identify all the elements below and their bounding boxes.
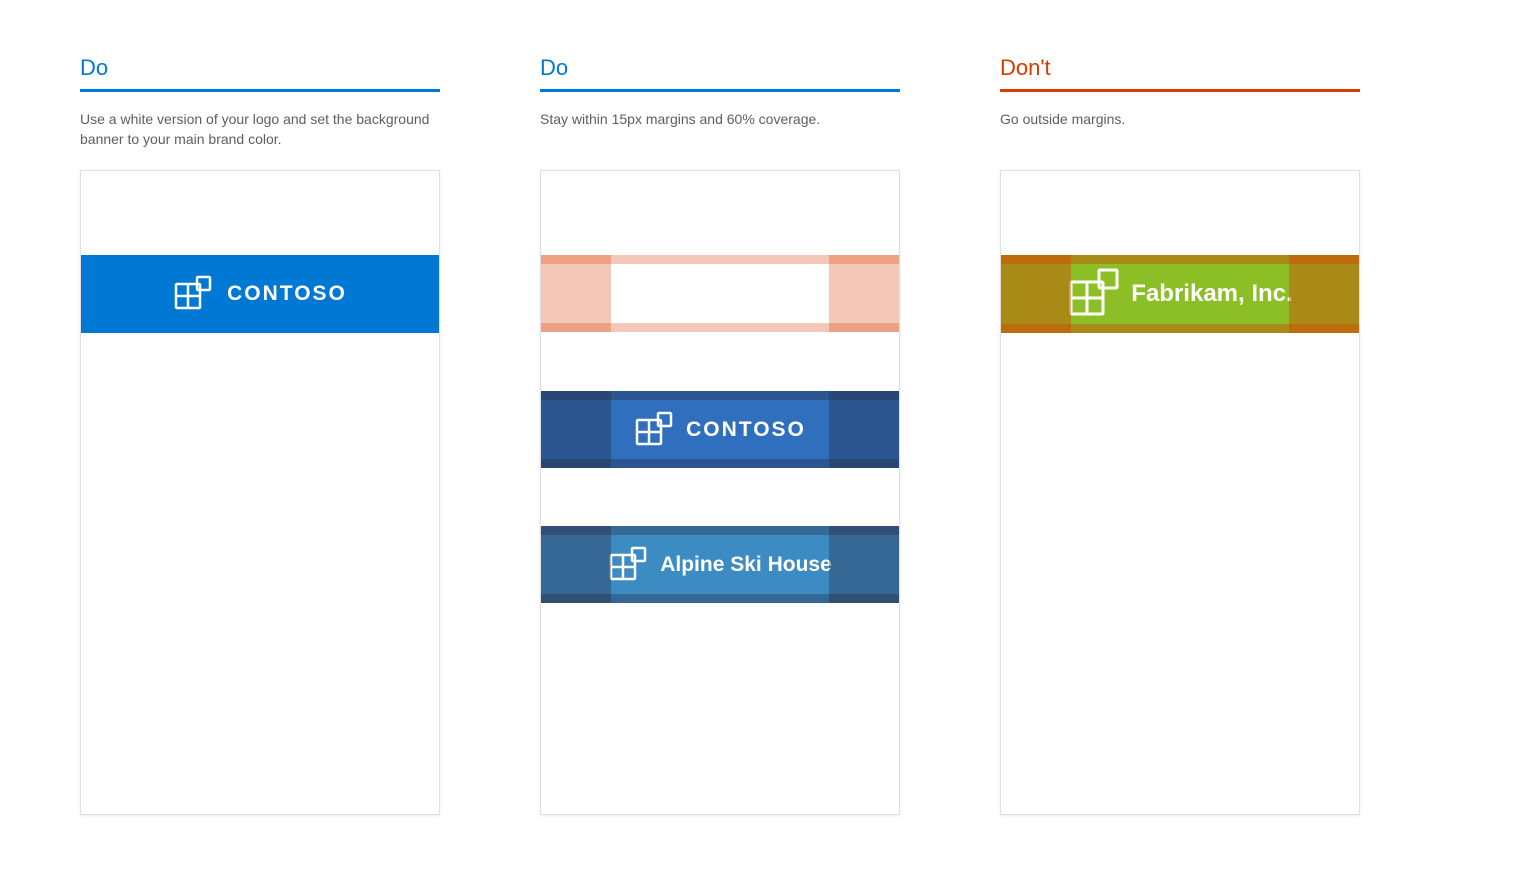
brand-name: Alpine Ski House xyxy=(660,553,832,577)
example-card: Fabrikam, Inc. xyxy=(1000,170,1360,815)
example-card: CONTOSO xyxy=(80,170,440,815)
description: Stay within 15px margins and 60% coverag… xyxy=(540,110,900,150)
brand-name: Fabrikam, Inc. xyxy=(1131,280,1292,308)
heading-do: Do xyxy=(540,55,900,92)
column-do-1: Do Use a white version of your logo and … xyxy=(80,55,440,815)
logo-icon xyxy=(1067,266,1123,322)
example-card: CONTOSO xyxy=(540,170,900,815)
logo-icon xyxy=(173,274,213,314)
description: Go outside margins. xyxy=(1000,110,1360,150)
brand-banner-empty xyxy=(541,255,899,332)
brand-name: CONTOSO xyxy=(227,282,347,306)
heading-do: Do xyxy=(80,55,440,92)
heading-dont: Don't xyxy=(1000,55,1360,92)
column-do-2: Do Stay within 15px margins and 60% cove… xyxy=(540,55,900,815)
description: Use a white version of your logo and set… xyxy=(80,110,440,150)
column-dont: Don't Go outside margins. Fabrikam, Inc. xyxy=(1000,55,1360,815)
brand-banner: CONTOSO xyxy=(541,391,899,468)
brand-banner: CONTOSO xyxy=(81,255,439,333)
brand-banner: Alpine Ski House xyxy=(541,526,899,603)
logo-icon xyxy=(634,410,674,450)
guidelines-container: Do Use a white version of your logo and … xyxy=(80,55,1435,815)
brand-banner: Fabrikam, Inc. xyxy=(1001,255,1359,333)
brand-name: CONTOSO xyxy=(686,418,806,442)
logo-icon xyxy=(608,545,648,585)
